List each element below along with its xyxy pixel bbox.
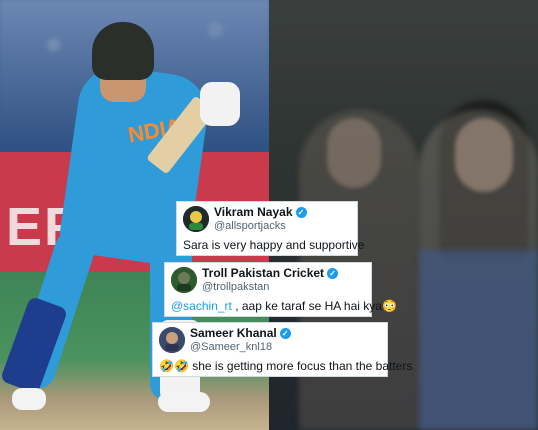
verified-badge-icon: ✓ <box>327 268 339 280</box>
tweet-card[interactable]: Troll Pakistan Cricket ✓ @trollpakstan @… <box>164 262 397 317</box>
avatar[interactable] <box>183 206 209 233</box>
shoe <box>158 392 210 412</box>
name-row: Troll Pakistan Cricket ✓ <box>202 266 339 281</box>
author-block: Troll Pakistan Cricket ✓ @trollpakstan <box>202 266 339 294</box>
display-name[interactable]: Troll Pakistan Cricket <box>202 266 324 281</box>
tweet-text: 🤣🤣 she is getting more focus than the ba… <box>159 359 412 374</box>
avatar-image <box>159 327 185 354</box>
verified-badge-icon: ✓ <box>279 328 291 340</box>
user-handle[interactable]: @allsportjacks <box>214 220 307 233</box>
emoji: 🤣🤣 <box>159 359 189 374</box>
verified-badge-icon: ✓ <box>295 207 307 219</box>
display-name[interactable]: Vikram Nayak <box>214 205 293 220</box>
shoe <box>12 388 46 410</box>
helmet <box>92 22 154 80</box>
batting-glove <box>200 82 240 126</box>
tweet-body: , aap ke taraf se HA hai kya <box>231 299 382 314</box>
emoji: 😳 <box>381 299 397 314</box>
name-row: Vikram Nayak ✓ <box>214 205 307 220</box>
tweet-text: Sara is very happy and supportive <box>183 238 364 252</box>
tweet-card[interactable]: Vikram Nayak ✓ @allsportjacks Sara is ve… <box>176 201 364 256</box>
tweet-header: Sameer Khanal ✓ @Sameer_knl18 <box>159 326 381 354</box>
tweet-body: she is getting more focus than the batte… <box>188 359 413 374</box>
avatar-image <box>171 267 197 294</box>
spectator-jersey <box>419 250 538 430</box>
tweet-header: Vikram Nayak ✓ @allsportjacks <box>183 205 351 233</box>
user-handle[interactable]: @Sameer_knl18 <box>190 341 291 354</box>
author-block: Sameer Khanal ✓ @Sameer_knl18 <box>190 326 291 354</box>
display-name[interactable]: Sameer Khanal <box>190 326 277 341</box>
spectator-face <box>455 118 513 192</box>
avatar[interactable] <box>171 267 197 294</box>
tweet-text: @sachin_rt , aap ke taraf se HA hai kya😳 <box>171 299 397 313</box>
avatar[interactable] <box>159 327 185 354</box>
tweet-card[interactable]: Sameer Khanal ✓ @Sameer_knl18 🤣🤣 she is … <box>152 322 412 377</box>
avatar-image <box>183 206 209 233</box>
mention-link[interactable]: @sachin_rt <box>171 299 232 313</box>
composite-image: ER NDIA Vikram Nayak ✓ @allsportjacks Sa… <box>0 0 538 430</box>
tweet-body: Sara is very happy and supportive <box>183 238 365 253</box>
spectator-face <box>327 118 381 188</box>
author-block: Vikram Nayak ✓ @allsportjacks <box>214 205 307 233</box>
name-row: Sameer Khanal ✓ <box>190 326 291 341</box>
tweet-header: Troll Pakistan Cricket ✓ @trollpakstan <box>171 266 365 294</box>
user-handle[interactable]: @trollpakstan <box>202 281 338 294</box>
